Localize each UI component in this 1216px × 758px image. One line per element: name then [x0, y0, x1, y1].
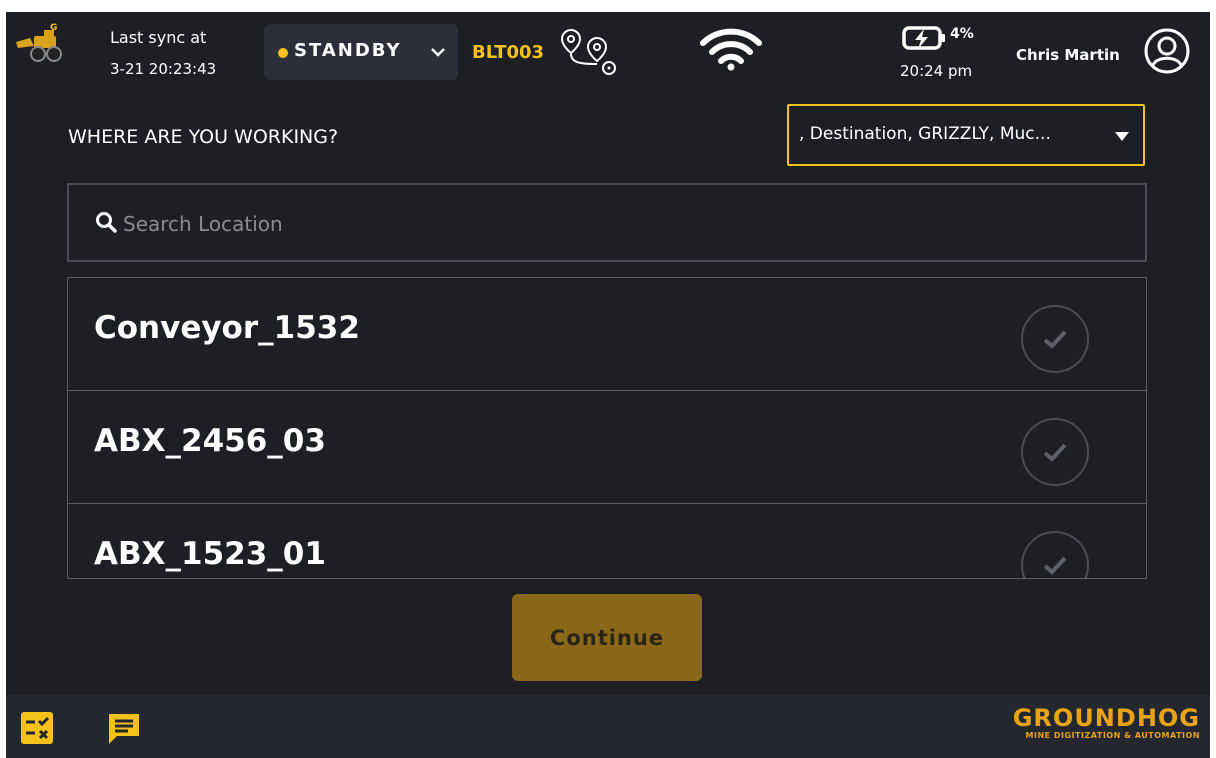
- search-box[interactable]: [67, 183, 1147, 262]
- user-avatar-icon[interactable]: [1142, 26, 1192, 80]
- page-title: WHERE ARE YOU WORKING?: [68, 126, 339, 148]
- check-circle-icon[interactable]: [1021, 305, 1089, 373]
- battery-charging-icon: [902, 26, 948, 56]
- status-dot: [278, 48, 288, 58]
- list-item[interactable]: ABX_1523_01: [68, 504, 1146, 578]
- status-dropdown[interactable]: STANDBY: [264, 24, 458, 80]
- location-label: ABX_2456_03: [94, 423, 326, 459]
- chat-icon[interactable]: [106, 711, 142, 751]
- bottom-bar: GROUNDHOG MINE DIGITIZATION & AUTOMATION: [6, 695, 1210, 758]
- location-list[interactable]: Conveyor_1532 ABX_2456_03 ABX_1523_01: [67, 277, 1147, 579]
- location-label: Conveyor_1532: [94, 310, 360, 346]
- filter-value: , Destination, GRIZZLY, Muc...: [799, 124, 1051, 144]
- list-item[interactable]: ABX_2456_03: [68, 391, 1146, 504]
- location-label: ABX_1523_01: [94, 536, 326, 572]
- route-icon[interactable]: [559, 26, 619, 82]
- battery-percent: 4%: [950, 26, 974, 42]
- chevron-down-icon: [428, 38, 448, 70]
- search-icon: [95, 211, 117, 237]
- sync-time: 3-21 20:23:43: [110, 60, 217, 78]
- list-item[interactable]: Conveyor_1532: [68, 278, 1146, 391]
- continue-button[interactable]: Continue: [512, 594, 702, 681]
- brand-tagline: MINE DIGITIZATION & AUTOMATION: [1025, 731, 1200, 740]
- caret-down-icon: [1115, 132, 1129, 141]
- search-input[interactable]: [121, 205, 1025, 243]
- app-screen: G Last sync at 3-21 20:23:43 STANDBY BLT…: [6, 12, 1210, 758]
- top-bar: G Last sync at 3-21 20:23:43 STANDBY BLT…: [6, 12, 1210, 102]
- location-filter-dropdown[interactable]: , Destination, GRIZZLY, Muc...: [787, 104, 1145, 166]
- clock: 20:24 pm: [900, 62, 973, 80]
- sync-label: Last sync at: [110, 28, 207, 47]
- wifi-icon: [700, 28, 762, 76]
- status-label: STANDBY: [294, 40, 402, 61]
- check-circle-icon[interactable]: [1021, 531, 1089, 578]
- user-name: Chris Martin: [1016, 46, 1120, 64]
- brand-logo: GROUNDHOG MINE DIGITIZATION & AUTOMATION: [1013, 705, 1200, 740]
- checklist-icon[interactable]: [20, 711, 54, 749]
- brand-name: GROUNDHOG: [1012, 704, 1200, 732]
- check-circle-icon[interactable]: [1021, 418, 1089, 486]
- machine-id[interactable]: BLT003: [472, 42, 544, 63]
- loader-machine-icon: G: [14, 20, 68, 64]
